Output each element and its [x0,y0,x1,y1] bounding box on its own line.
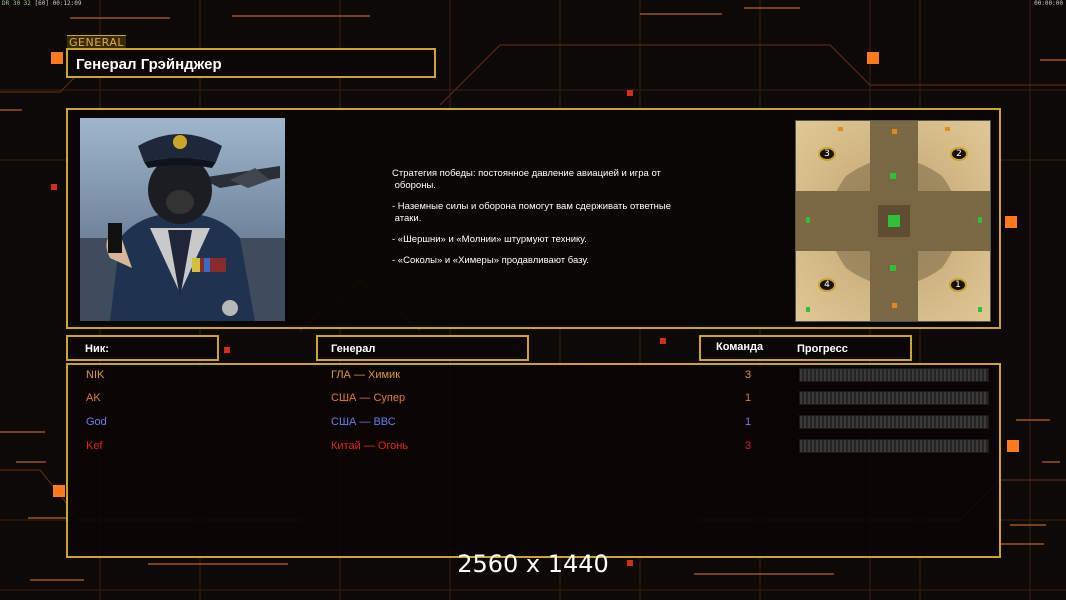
portrait-illustration [80,118,285,321]
player-progress-bar [799,391,989,405]
map-preview[interactable]: 3 2 4 1 [795,120,991,322]
player-general: США — Супер [331,392,406,404]
player-row: AK США — Супер 1 [68,390,999,408]
player-nick: AK [86,392,101,404]
accent-square [867,52,879,64]
team-header-label: Команда [716,341,764,353]
accent-square [53,485,65,497]
player-row: God США — ВВС 1 [68,414,999,432]
player-team: 1 [745,392,752,404]
general-portrait [80,118,285,321]
player-team: 3 [745,369,752,381]
top-status-readout: DR 30 32 [60] 00:12:09 [2,0,82,7]
briefing-line: Стратегия победы: постоянное давление ав… [392,168,661,191]
player-row: NIK ГЛА — Химик 3 [68,367,999,385]
start-position-4[interactable]: 4 [818,278,836,292]
player-nick: Kef [86,440,103,452]
nick-column-header: Ник: [66,335,219,361]
strategy-briefing: Стратегия победы: постоянное давление ав… [392,168,702,276]
accent-dot [660,338,666,344]
player-team: 1 [745,416,752,428]
accent-dot [51,184,57,190]
accent-square [1005,216,1017,228]
team-progress-header: Команда Прогресс [699,335,912,361]
status-values: DR 30 32 [2,0,31,7]
player-progress-bar [799,439,989,453]
accent-dot [627,90,633,96]
accent-square [1007,440,1019,452]
player-team: 3 [745,440,752,452]
progress-header-label: Прогресс [797,343,848,355]
player-row: Kef Китай — Огонь 3 [68,438,999,456]
start-position-label: 1 [955,280,961,290]
player-general: Китай — Огонь [331,440,409,452]
player-general: США — ВВС [331,416,396,428]
resolution-label: 2560 x 1440 [457,550,609,578]
briefing-line: - «Соколы» и «Химеры» продавливают базу. [392,255,589,266]
general-header-label: Генерал [331,343,376,355]
accent-dot [224,347,230,353]
player-nick: NIK [86,369,105,381]
start-position-1[interactable]: 1 [949,278,967,292]
players-panel: NIK ГЛА — Химик 3 AK США — Супер 1 God С… [66,363,1001,558]
player-progress-bar [799,415,989,429]
player-general: ГЛА — Химик [331,369,401,381]
start-position-label: 4 [824,280,830,290]
elapsed-time: 00:12:09 [52,0,82,7]
player-nick: God [86,416,107,428]
general-title: Генерал Грэйнджер [76,56,222,73]
player-progress-bar [799,368,989,382]
start-position-label: 2 [956,149,962,159]
general-info-panel: Стратегия победы: постоянное давление ав… [66,108,1001,329]
nick-header-label: Ник: [85,343,109,355]
briefing-line: - Наземные силы и оборона помогут вам сд… [392,201,672,224]
accent-square [51,52,63,64]
general-title-box: Генерал Грэйнджер [66,48,436,78]
clock: 00:00:00 [1034,0,1063,7]
briefing-line: - «Шершни» и «Молнии» штурмуют технику. [392,234,587,245]
general-tag: GENERAL [67,35,127,49]
start-position-2[interactable]: 2 [950,147,968,161]
start-position-label: 3 [824,149,830,159]
start-position-3[interactable]: 3 [818,147,836,161]
general-column-header: Генерал [316,335,529,361]
status-bracket: [60] [34,0,49,7]
